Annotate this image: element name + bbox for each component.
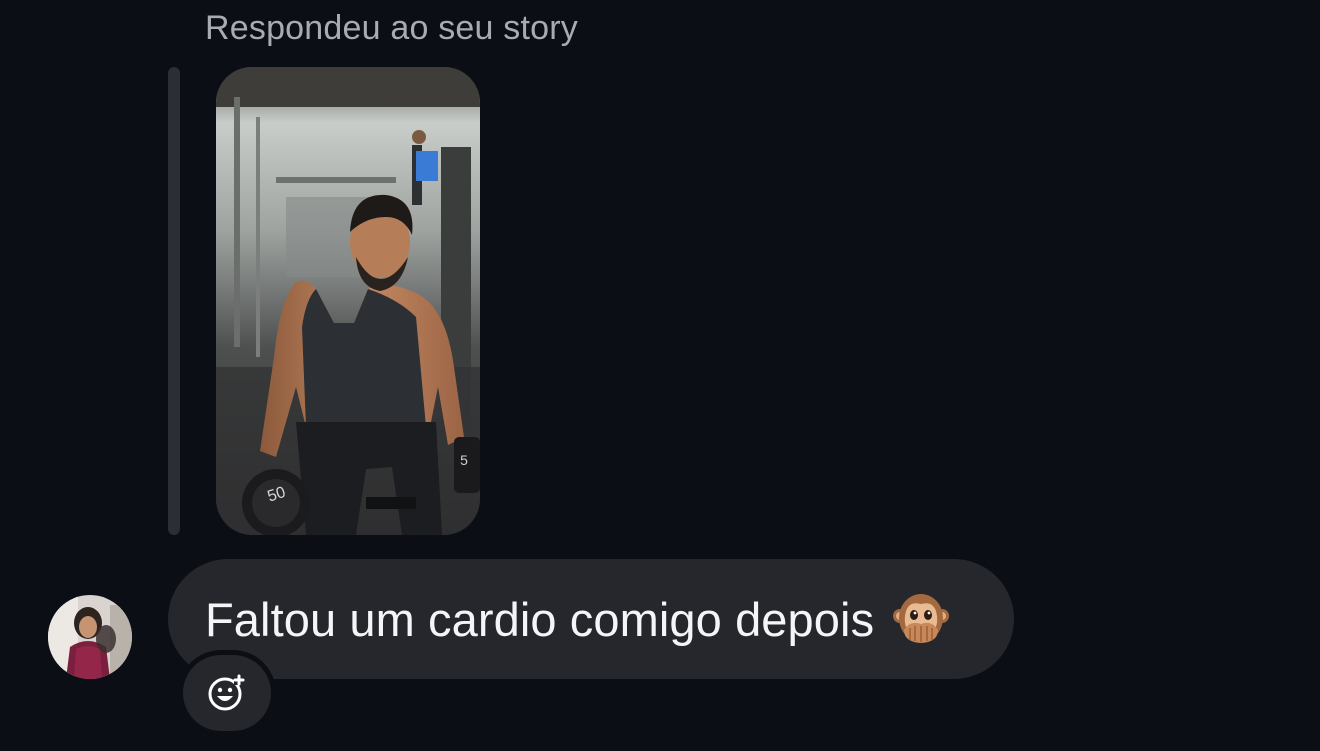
speak-no-evil-monkey-emoji xyxy=(892,590,950,648)
message-text: Faltou um cardio comigo depois xyxy=(205,592,875,646)
message-bubble[interactable]: Faltou um cardio comigo depois xyxy=(168,559,1014,679)
add-reaction-smiley-icon xyxy=(207,673,247,713)
svg-text:5: 5 xyxy=(460,452,468,468)
add-reaction-button[interactable] xyxy=(183,655,271,731)
sender-avatar[interactable] xyxy=(48,595,132,679)
story-thumbnail[interactable]: 50 5 xyxy=(216,67,480,535)
reply-quote-bar xyxy=(168,67,180,535)
story-reply-header: Respondeu ao seu story xyxy=(205,9,578,47)
